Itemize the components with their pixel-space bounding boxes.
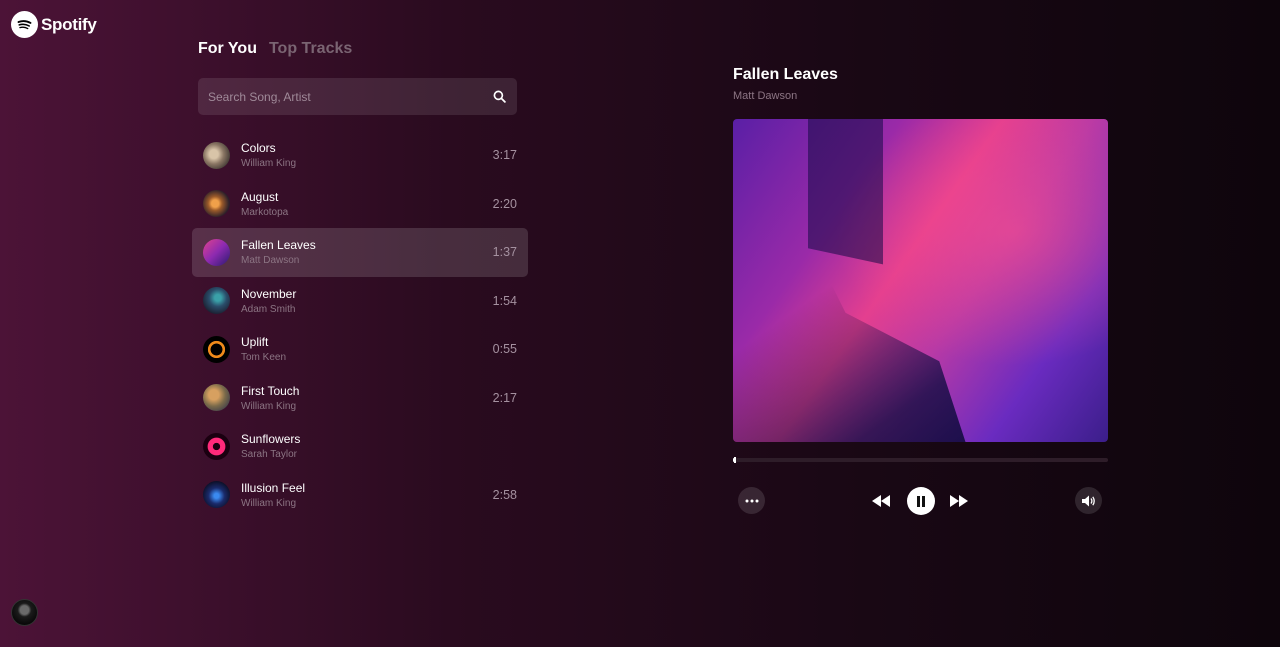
sunflowers-cover: [203, 432, 230, 460]
november-cover: [203, 287, 230, 315]
now-playing-panel: Fallen Leaves Matt Dawson: [733, 66, 1108, 517]
track-title: August: [241, 189, 279, 204]
track-title: Uplift: [241, 335, 269, 350]
list-item[interactable]: November Adam Smith 1:54: [192, 277, 528, 326]
track-title: Illusion Feel: [241, 480, 306, 495]
track-title: Colors: [241, 141, 276, 156]
progress-bar[interactable]: [733, 457, 1108, 463]
volume-icon: [1081, 495, 1095, 506]
search-input[interactable]: [208, 89, 491, 104]
track-artist: Markotopa: [241, 206, 289, 218]
track-artist: Sarah Taylor: [241, 449, 297, 461]
track-list: Colors William King 3:17 August Markotop…: [192, 131, 528, 519]
colors-cover: [203, 141, 230, 169]
track-title: Fallen Leaves: [241, 238, 316, 253]
progress-knob[interactable]: [733, 457, 736, 463]
track-duration: 1:54: [492, 293, 517, 308]
track-artist: Matt Dawson: [241, 255, 300, 267]
fallen-leaves-cover: [203, 238, 230, 266]
track-duration: 1:37: [492, 245, 517, 260]
track-title: Sunflowers: [241, 432, 301, 447]
rewind-icon: [872, 495, 890, 507]
spotify-icon: [11, 11, 38, 38]
illusion-feel-cover: [203, 481, 230, 509]
next-button[interactable]: [949, 493, 969, 509]
play-pause-button[interactable]: [907, 487, 935, 515]
track-artist: William King: [241, 158, 297, 170]
track-artist: Adam Smith: [241, 303, 296, 315]
track-duration: 2:20: [492, 196, 517, 211]
track-artist: Tom Keen: [241, 352, 287, 364]
first-touch-cover: [203, 384, 230, 412]
album-artwork: [733, 119, 1108, 442]
track-duration: 2:17: [492, 390, 517, 405]
brand-name: Spotify: [41, 14, 97, 34]
tab-top-tracks[interactable]: Top Tracks: [269, 40, 352, 58]
pause-icon: [917, 495, 925, 507]
list-item[interactable]: First Touch William King 2:17: [192, 374, 528, 423]
list-item[interactable]: Fallen Leaves Matt Dawson 1:37: [192, 228, 528, 277]
spotify-logo[interactable]: Spotify: [11, 11, 97, 38]
fast-forward-icon: [950, 495, 968, 507]
now-playing-artist: Matt Dawson: [733, 90, 798, 102]
list-item[interactable]: August Markotopa 2:20: [192, 180, 528, 229]
search-icon[interactable]: [491, 89, 507, 105]
track-duration: 0:55: [492, 342, 517, 357]
track-duration: 3:17: [492, 148, 517, 163]
august-cover: [203, 190, 230, 218]
more-options-button[interactable]: [738, 487, 765, 514]
previous-button[interactable]: [871, 493, 891, 509]
track-title: First Touch: [241, 383, 300, 398]
uplift-cover: [203, 335, 230, 363]
tab-for-you[interactable]: For You: [198, 40, 257, 58]
track-duration: 2:58: [492, 487, 517, 502]
list-item[interactable]: Colors William King 3:17: [192, 131, 528, 180]
player-controls: [733, 487, 1108, 517]
search-bar: [198, 78, 517, 115]
track-artist: William King: [241, 497, 297, 509]
list-item[interactable]: Illusion Feel William King 2:58: [192, 471, 528, 520]
now-playing-title: Fallen Leaves: [733, 66, 838, 83]
volume-button[interactable]: [1075, 487, 1102, 514]
user-avatar[interactable]: [11, 599, 38, 626]
track-title: November: [241, 286, 297, 301]
list-item[interactable]: Uplift Tom Keen 0:55: [192, 325, 528, 374]
tab-bar: For You Top Tracks: [198, 40, 352, 58]
more-dots-icon: [745, 499, 758, 502]
list-item[interactable]: Sunflowers Sarah Taylor: [192, 422, 528, 471]
track-artist: William King: [241, 400, 297, 412]
